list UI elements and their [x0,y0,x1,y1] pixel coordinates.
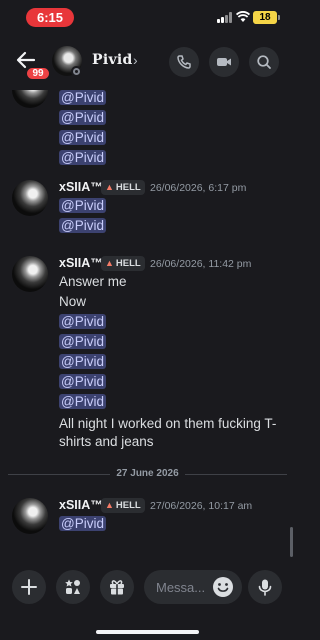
user-mention[interactable]: @Pivid [59,314,106,329]
search-button[interactable] [249,47,279,77]
attach-button[interactable] [12,570,46,604]
gift-button[interactable] [100,570,134,604]
emoji-icon[interactable] [212,576,234,598]
message-line: @Pivid [59,516,106,531]
apps-icon [65,579,80,594]
date-divider: 27 June 2026 [8,468,287,480]
message-timestamp: 26/06/2026, 6:17 pm [150,182,247,194]
voice-message-button[interactable] [248,570,282,604]
date-divider-label: 27 June 2026 [116,468,179,479]
chevron-right-icon[interactable]: › [133,52,138,68]
message-line: Answer me [59,274,127,289]
fire-icon: ▲ [105,182,114,192]
message-line: All night I worked on them fucking T- [59,416,277,431]
fire-icon: ▲ [105,500,114,510]
avatar[interactable] [12,256,48,292]
message-list[interactable]: @Pivid @Pivid @Pivid @Pivid xSIIA™ ▲ HELL… [0,90,295,560]
avatar[interactable] [12,180,48,216]
message-line: @Pivid [59,110,106,125]
phone-icon [177,55,191,69]
message-input[interactable] [156,578,212,596]
channel-title[interactable]: Pivid [92,52,133,68]
wifi-icon [236,11,250,22]
message-line: Now [59,294,87,309]
message-line: @Pivid [59,394,106,409]
message-line: @Pivid [59,90,106,105]
channel-header: 99 Pivid › [0,34,295,90]
message-line: @Pivid [59,354,106,369]
apps-button[interactable] [56,570,90,604]
battery-indicator: 18 [253,11,280,24]
avatar[interactable] [12,498,48,534]
user-mention[interactable]: @Pivid [59,198,106,213]
role-tag: ▲ HELL [101,498,145,513]
message-line: @Pivid [59,374,106,389]
scrollbar[interactable] [290,527,293,557]
user-mention[interactable]: @Pivid [59,90,106,105]
status-indicator [71,66,82,77]
user-mention[interactable]: @Pivid [59,516,106,531]
message-line: @Pivid [59,198,106,213]
role-tag: ▲ HELL [101,256,145,271]
user-mention[interactable]: @Pivid [59,374,106,389]
user-mention[interactable]: @Pivid [59,334,106,349]
message-line: @Pivid [59,150,106,165]
message-line: @Pivid [59,334,106,349]
message-author[interactable]: xSIIA™ [59,256,103,270]
user-mention[interactable]: @Pivid [59,354,106,369]
message-line: @Pivid [59,314,106,329]
voice-call-button[interactable] [169,47,199,77]
role-tag: ▲ HELL [101,180,145,195]
video-call-button[interactable] [209,47,239,77]
user-mention[interactable]: @Pivid [59,110,106,125]
avatar[interactable] [12,90,48,108]
fire-icon: ▲ [105,258,114,268]
message-input-box[interactable] [144,570,242,604]
message-timestamp: 27/06/2026, 10:17 am [150,500,253,512]
microphone-icon [258,579,272,596]
gift-icon [110,580,124,595]
message-author[interactable]: xSIIA™ [59,498,103,512]
user-mention[interactable]: @Pivid [59,394,106,409]
message-line: @Pivid [59,130,106,145]
search-icon [257,55,271,69]
message-composer [0,560,295,640]
message-timestamp: 26/06/2026, 11:42 pm [150,258,252,270]
home-indicator [96,630,199,634]
user-mention[interactable]: @Pivid [59,218,106,233]
plus-icon [21,579,37,595]
message-line: shirts and jeans [59,434,154,449]
user-mention[interactable]: @Pivid [59,150,106,165]
status-time: 6:15 [26,8,74,27]
unread-count-badge: 99 [25,66,51,81]
status-bar: 6:15 18 [0,0,295,34]
cellular-signal-icon [217,12,233,23]
user-mention[interactable]: @Pivid [59,130,106,145]
video-icon [217,58,231,66]
message-author[interactable]: xSIIA™ [59,180,103,194]
message-line: @Pivid [59,218,106,233]
